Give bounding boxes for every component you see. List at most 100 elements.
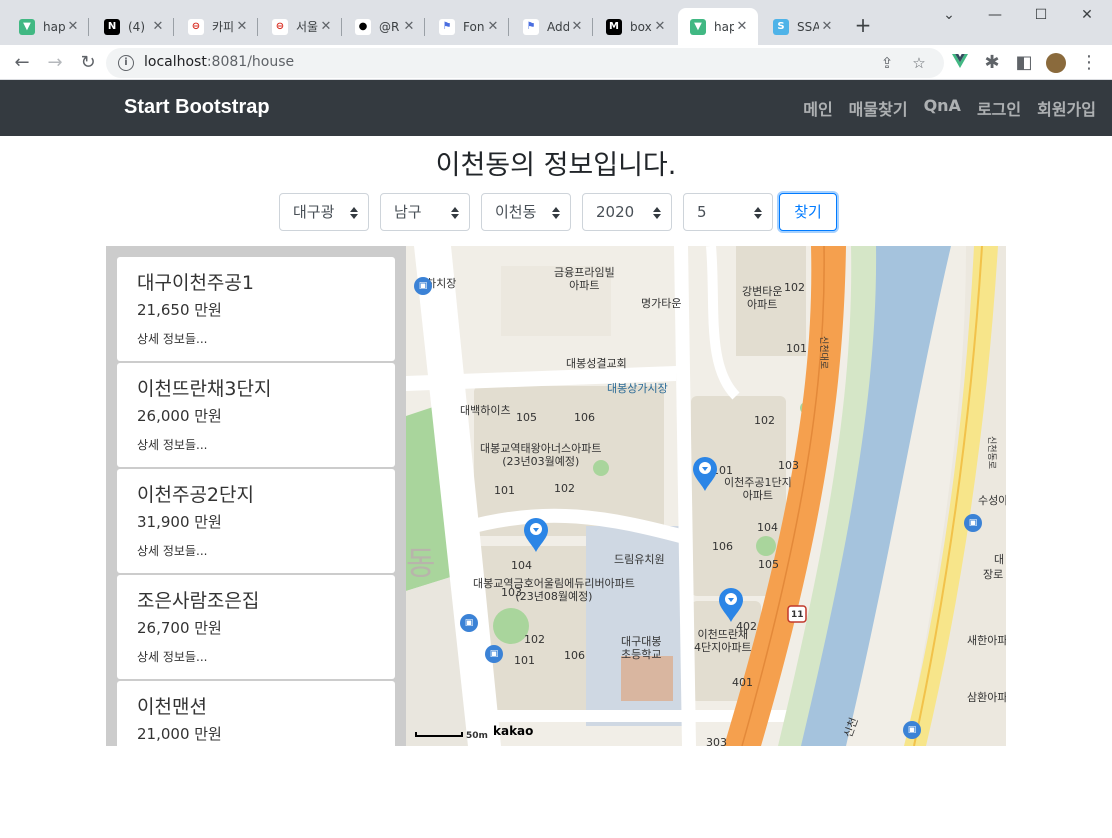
tab-title: hap	[714, 19, 734, 34]
bus-stop-icon[interactable]: ▣	[903, 721, 921, 739]
building-number: 102	[784, 281, 805, 294]
bus-stop-icon[interactable]: ▣	[460, 614, 478, 632]
notion-icon: N	[104, 18, 120, 35]
nav-link-login[interactable]: 로그인	[977, 96, 1021, 120]
district-select[interactable]: 남구	[380, 193, 470, 231]
red-circle-icon: ⊖	[272, 18, 288, 35]
building-number: 104	[511, 559, 532, 572]
district-select-value: 남구	[394, 203, 422, 221]
maximize-button[interactable]: ☐	[1018, 0, 1064, 30]
browser-tab[interactable]: ⊖ 서울 ✕	[260, 8, 342, 45]
house-name: 이천맨션	[137, 696, 207, 718]
tab-close-icon[interactable]: ✕	[569, 19, 585, 35]
minimize-button[interactable]: —	[972, 0, 1018, 30]
map-label: 장로	[983, 568, 1004, 581]
map-label: 수성아	[978, 494, 1006, 507]
browser-tab[interactable]: ⚑ Fon ✕	[427, 8, 509, 45]
back-arrow-icon[interactable]: ←	[9, 50, 35, 76]
tab-search-icon[interactable]: ⌄	[926, 0, 972, 30]
select-caret-icon	[451, 207, 459, 219]
extensions-puzzle-icon[interactable]: ✱	[979, 50, 1005, 76]
month-select[interactable]: 5	[683, 193, 773, 231]
building-number: 104	[757, 521, 778, 534]
house-card[interactable]: 이천맨션 21,000 만원	[117, 681, 395, 746]
building-number: 102	[754, 414, 775, 427]
map-label: 신천동로	[986, 435, 997, 470]
browser-tab[interactable]: ⚑ Add ✕	[511, 8, 593, 45]
browser-tab[interactable]: ● @R ✕	[343, 8, 425, 45]
map-label: 대백하이츠	[460, 404, 511, 417]
share-icon[interactable]: ⇪	[875, 51, 899, 75]
house-card[interactable]: 조은사람조은집 26,700 만원 상세 정보들...	[117, 575, 395, 679]
tab-close-icon[interactable]: ✕	[318, 19, 334, 35]
dong-select[interactable]: 이천동	[481, 193, 571, 231]
map-label: 새한아파	[967, 634, 1006, 647]
browser-tab[interactable]: ▼ hap ✕	[678, 8, 758, 45]
nav-link-main[interactable]: 메인	[803, 96, 832, 120]
kakao-map[interactable]: 하치장 금융프라임빌 아파트 명가타운 강변타운 아파트 대봉성결교회 대봉상가…	[406, 246, 1006, 746]
browser-tab[interactable]: ⊖ 카피 ✕	[176, 8, 258, 45]
tab-title: Fon	[463, 19, 485, 34]
building-number: 103	[501, 586, 522, 599]
map-label: 신천대로	[818, 335, 829, 370]
browser-tab[interactable]: ▼ hap ✕	[7, 8, 89, 45]
year-select[interactable]: 2020	[582, 193, 672, 231]
browser-tab[interactable]: Mbox ✕	[594, 8, 676, 45]
url-text: localhost:8081/house	[144, 54, 294, 70]
nav-link-find-house[interactable]: 매물찾기	[849, 96, 908, 120]
tab-close-icon[interactable]: ✕	[150, 19, 166, 35]
city-select-value: 대구광	[293, 203, 335, 221]
nav-link-qna[interactable]: QnA	[924, 96, 961, 120]
house-price: 21,000 만원	[137, 725, 222, 743]
tab-close-icon[interactable]: ✕	[401, 19, 417, 35]
map-scale-label: 50m	[466, 731, 488, 741]
house-card[interactable]: 대구이천주공1 21,650 만원 상세 정보들...	[117, 257, 395, 361]
forward-arrow-icon[interactable]: →	[42, 50, 68, 76]
search-button[interactable]: 찾기	[779, 193, 837, 231]
house-card[interactable]: 이천뜨란채3단지 26,000 만원 상세 정보들...	[117, 363, 395, 467]
dong-select-value: 이천동	[495, 203, 537, 221]
red-circle-icon: ⊖	[188, 18, 204, 35]
house-price: 31,900 만원	[137, 513, 222, 531]
browser-tab[interactable]: S SSA ✕	[761, 8, 843, 45]
site-navbar: Start Bootstrap 메인 매물찾기 QnA 로그인 회원가입	[0, 80, 1112, 136]
site-info-icon[interactable]: i	[118, 55, 134, 71]
house-list-panel[interactable]: 대구이천주공1 21,650 만원 상세 정보들... 이천뜨란채3단지 26,…	[106, 246, 406, 746]
profile-avatar[interactable]	[1043, 50, 1069, 76]
city-select[interactable]: 대구광	[279, 193, 369, 231]
bookmark-star-icon[interactable]: ☆	[907, 51, 931, 75]
tab-close-icon[interactable]: ✕	[819, 19, 835, 35]
tab-close-icon[interactable]: ✕	[65, 19, 81, 35]
tab-close-icon[interactable]: ✕	[652, 19, 668, 35]
map-label: 이천주공1단지 아파트	[724, 476, 792, 502]
tab-close-icon[interactable]: ✕	[734, 19, 750, 35]
map-label: 대봉성결교회	[566, 357, 627, 370]
reload-icon[interactable]: ↻	[75, 50, 101, 76]
tab-close-icon[interactable]: ✕	[234, 19, 250, 35]
house-marker-pin-icon[interactable]	[719, 588, 743, 622]
bus-stop-icon[interactable]: ▣	[414, 277, 432, 295]
nav-link-signup[interactable]: 회원가입	[1037, 96, 1096, 120]
bus-stop-icon[interactable]: ▣	[964, 514, 982, 532]
house-marker-pin-icon[interactable]	[693, 457, 717, 491]
map-label: 금융프라임빌 아파트	[554, 266, 615, 292]
select-caret-icon	[350, 207, 358, 219]
browser-tab[interactable]: N (4) ✕	[92, 8, 174, 45]
vue-devtools-extension-icon[interactable]	[947, 50, 973, 76]
house-card[interactable]: 이천주공2단지 31,900 만원 상세 정보들...	[117, 469, 395, 573]
page-title: 이천동의 정보입니다.	[435, 150, 677, 181]
map-label: 삼환아파	[967, 691, 1006, 704]
side-panel-icon[interactable]: ◧	[1011, 50, 1037, 76]
address-bar[interactable]: i localhost:8081/house ⇪ ☆	[106, 48, 944, 78]
map-label: 명가타운	[641, 297, 682, 310]
map-label: 강변타운 아파트	[742, 285, 783, 311]
navbar-brand[interactable]: Start Bootstrap	[124, 96, 270, 119]
house-marker-pin-icon[interactable]	[524, 518, 548, 552]
bus-stop-icon[interactable]: ▣	[485, 645, 503, 663]
tab-title: 서울	[296, 20, 318, 34]
browser-menu-icon[interactable]: ⋮	[1076, 50, 1102, 76]
close-window-button[interactable]: ✕	[1064, 0, 1110, 30]
tab-close-icon[interactable]: ✕	[485, 19, 501, 35]
new-tab-button[interactable]: +	[851, 14, 875, 38]
house-name: 이천뜨란채3단지	[137, 378, 272, 400]
